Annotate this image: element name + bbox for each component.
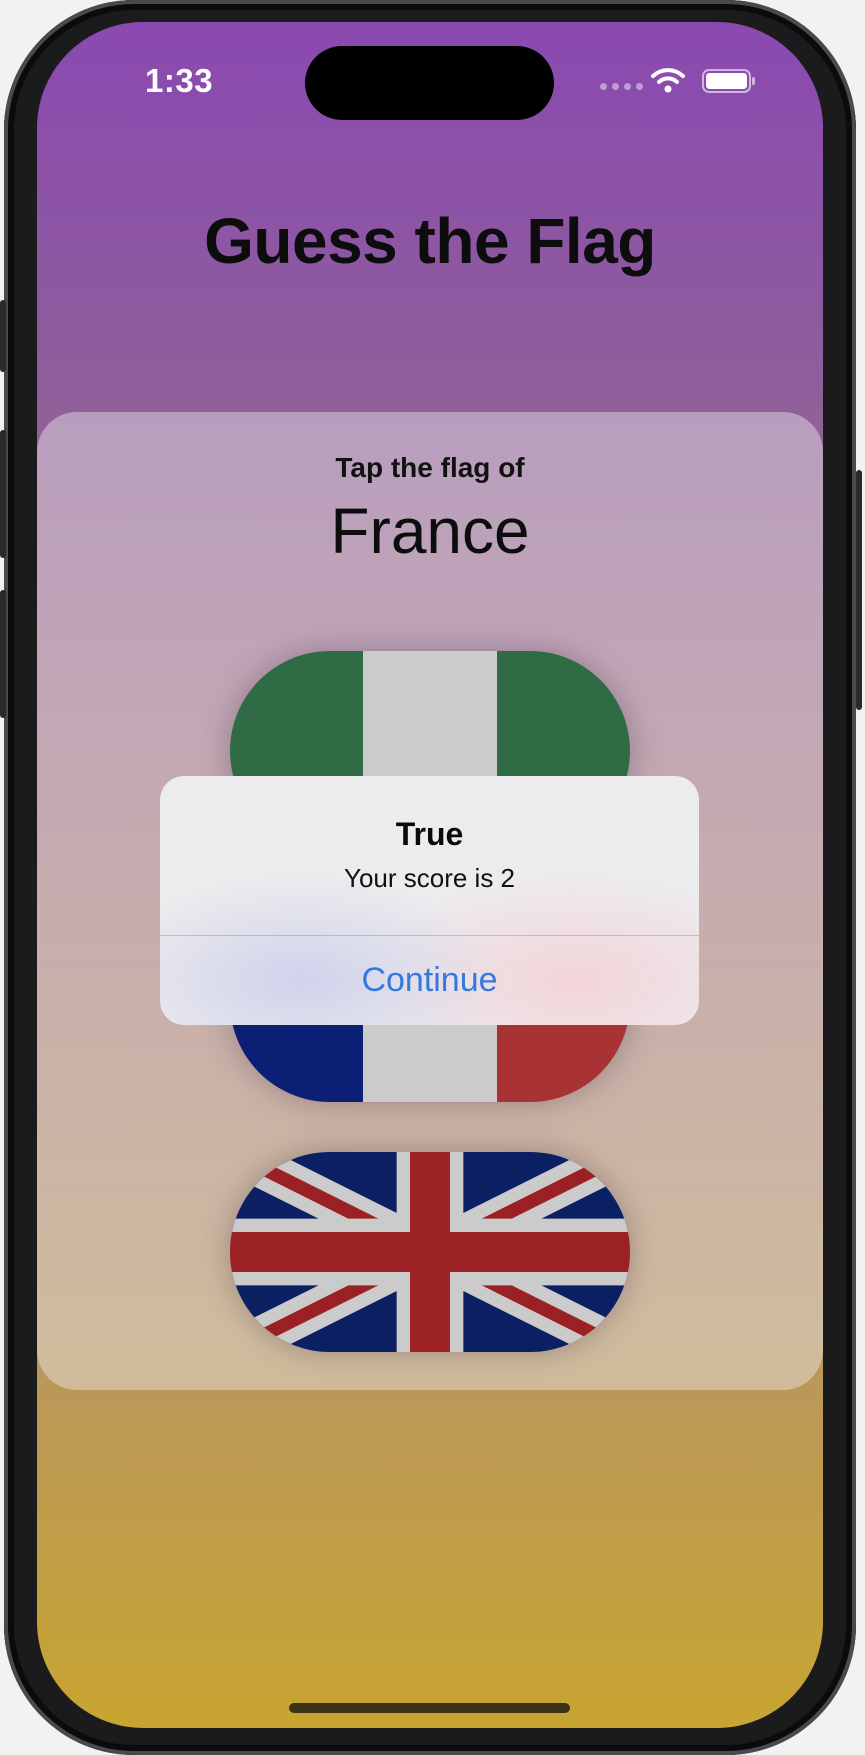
battery-icon xyxy=(702,69,755,93)
power-button xyxy=(856,470,862,710)
continue-button[interactable]: Continue xyxy=(160,936,699,1025)
screen: 1:33 Guess the Flag Tap the flag of Fran… xyxy=(37,22,823,1728)
union-jack-flag xyxy=(230,1152,630,1352)
alert-title: True xyxy=(395,816,464,852)
flag-button-uk[interactable] xyxy=(230,1152,630,1352)
alert-message: Your score is 2 xyxy=(343,863,516,893)
home-indicator[interactable] xyxy=(289,1703,570,1713)
prompt-label: Tap the flag of xyxy=(335,452,525,483)
status-bar: 1:33 xyxy=(37,22,823,142)
signal-dots-icon xyxy=(600,83,643,90)
dynamic-island xyxy=(305,46,554,120)
volume-up-button xyxy=(0,430,6,558)
target-country: France xyxy=(330,495,530,567)
wifi-icon xyxy=(651,68,685,93)
alert-dialog: True Your score is 2 Continue xyxy=(160,776,699,1025)
action-button xyxy=(0,300,6,372)
volume-down-button xyxy=(0,590,6,718)
status-time: 1:33 xyxy=(145,62,214,99)
app-title: Guess the Flag xyxy=(204,205,656,277)
